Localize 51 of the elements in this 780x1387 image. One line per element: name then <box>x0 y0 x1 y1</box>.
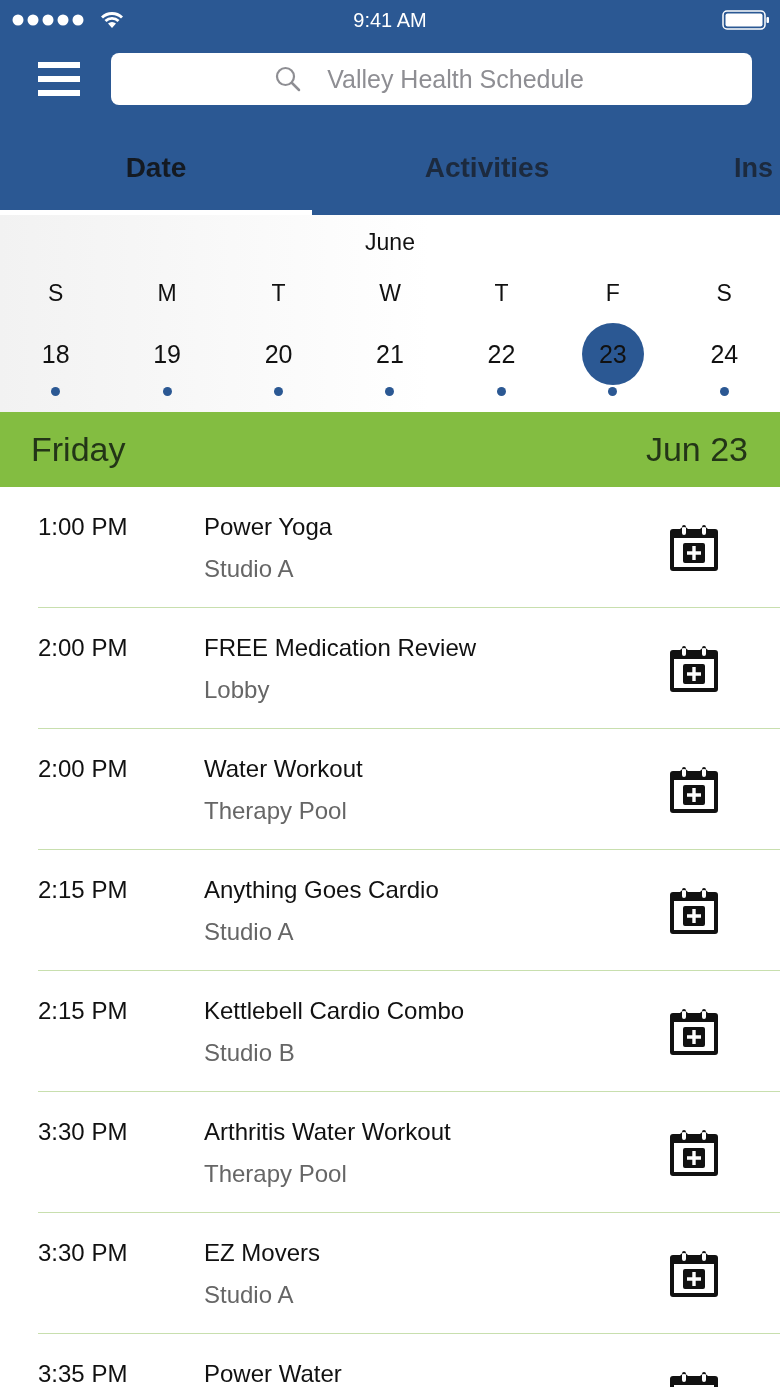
event-location: Studio A <box>204 918 294 946</box>
event-title: Anything Goes Cardio <box>204 876 439 904</box>
event-location: Studio A <box>204 555 294 583</box>
add-to-calendar-icon[interactable] <box>669 1007 719 1055</box>
search-field[interactable]: Valley Health Schedule <box>111 53 752 105</box>
battery-icon <box>722 10 770 30</box>
weekday-label: S <box>48 280 64 307</box>
date-button[interactable]: 22 <box>470 323 533 385</box>
date-button[interactable]: 18 <box>24 323 87 385</box>
event-title: Water Workout <box>204 755 363 783</box>
event-location: Studio B <box>204 1039 295 1067</box>
menu-icon[interactable] <box>38 62 80 96</box>
event-title: Arthritis Water Workout <box>204 1118 451 1146</box>
weekday-label: W <box>379 280 401 307</box>
weekday-label: M <box>157 280 177 307</box>
status-time: 9:41 AM <box>353 8 427 32</box>
date-button[interactable]: 21 <box>359 323 421 385</box>
day-name: Friday <box>31 430 126 469</box>
date-button[interactable]: 20 <box>247 323 310 385</box>
event-time: 2:00 PM <box>38 755 129 783</box>
event-time: 3:35 PM <box>38 1360 129 1387</box>
event-location: Therapy Pool <box>204 1160 347 1188</box>
add-to-calendar-icon[interactable] <box>669 765 719 813</box>
event-time: 2:00 PM <box>38 634 129 662</box>
weekday-label: F <box>605 280 620 307</box>
month-label: June <box>364 229 416 256</box>
event-time: 3:30 PM <box>38 1239 129 1267</box>
event-time: 3:30 PM <box>38 1118 129 1146</box>
add-to-calendar-icon[interactable] <box>669 644 719 692</box>
day-date: Jun 23 <box>645 430 748 469</box>
add-to-calendar-icon[interactable] <box>669 886 719 934</box>
event-title: Power Yoga <box>204 513 333 541</box>
add-to-calendar-icon[interactable] <box>669 1249 719 1297</box>
weekday-label: T <box>494 280 509 307</box>
event-location: Lobby <box>204 676 270 704</box>
event-time: 1:00 PM <box>38 513 129 541</box>
event-title: EZ Movers <box>204 1239 320 1267</box>
date-button[interactable]: 19 <box>136 323 199 385</box>
add-to-calendar-icon[interactable] <box>669 523 719 571</box>
event-location: Studio A <box>204 1281 294 1309</box>
event-time: 2:15 PM <box>38 997 129 1025</box>
event-location: Therapy Pool <box>204 797 347 825</box>
event-title: FREE Medication Review <box>204 634 477 662</box>
date-button[interactable]: 24 <box>693 323 756 385</box>
event-time: 2:15 PM <box>38 876 129 904</box>
event-title: Kettlebell Cardio Combo <box>204 997 465 1025</box>
event-title: Power Water <box>204 1360 342 1387</box>
add-to-calendar-icon[interactable] <box>669 1128 719 1176</box>
weekday-label: T <box>271 280 286 307</box>
weekday-label: S <box>716 280 732 307</box>
wifi-icon <box>100 11 124 29</box>
